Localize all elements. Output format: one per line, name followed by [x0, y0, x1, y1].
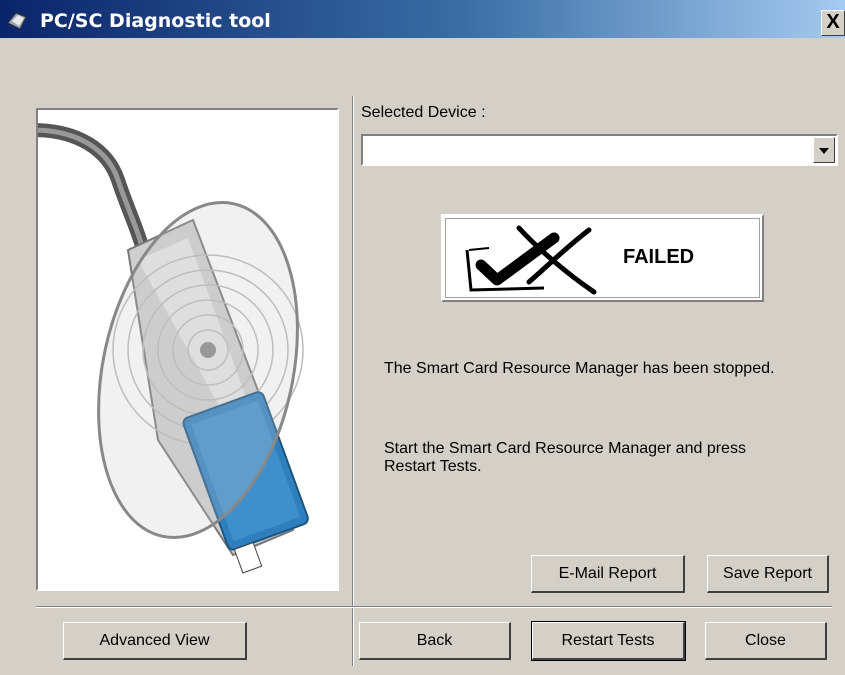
email-report-button[interactable]: E-Mail Report — [531, 555, 685, 593]
test-status-box: FAILED — [441, 214, 764, 302]
app-icon — [7, 12, 27, 30]
save-report-button[interactable]: Save Report — [707, 555, 829, 593]
instruction-message-line2: Restart Tests. — [384, 458, 482, 475]
dialog-client: Selected Device : FAILED The Smart Card … — [0, 38, 845, 675]
chevron-down-icon — [819, 148, 829, 154]
close-button[interactable]: Close — [705, 622, 827, 660]
close-window-button[interactable]: X — [821, 10, 845, 36]
card-reader-image — [38, 123, 309, 574]
horizontal-separator — [36, 606, 832, 608]
test-result-text: FAILED — [623, 246, 695, 268]
dropdown-button[interactable] — [813, 137, 835, 163]
selected-device-label: Selected Device : — [361, 104, 486, 121]
title-bar: PC/SC Diagnostic tool X — [0, 0, 845, 38]
reader-image-panel — [36, 108, 339, 591]
vertical-separator — [352, 96, 354, 666]
device-select[interactable] — [361, 134, 838, 166]
instruction-message-line1: Start the Smart Card Resource Manager an… — [384, 440, 746, 457]
advanced-view-button[interactable]: Advanced View — [63, 622, 247, 660]
failed-check-icon — [465, 225, 597, 295]
back-button[interactable]: Back — [359, 622, 511, 660]
window-title: PC/SC Diagnostic tool — [40, 10, 271, 32]
restart-tests-button[interactable]: Restart Tests — [531, 621, 686, 661]
status-message: The Smart Card Resource Manager has been… — [384, 360, 775, 377]
